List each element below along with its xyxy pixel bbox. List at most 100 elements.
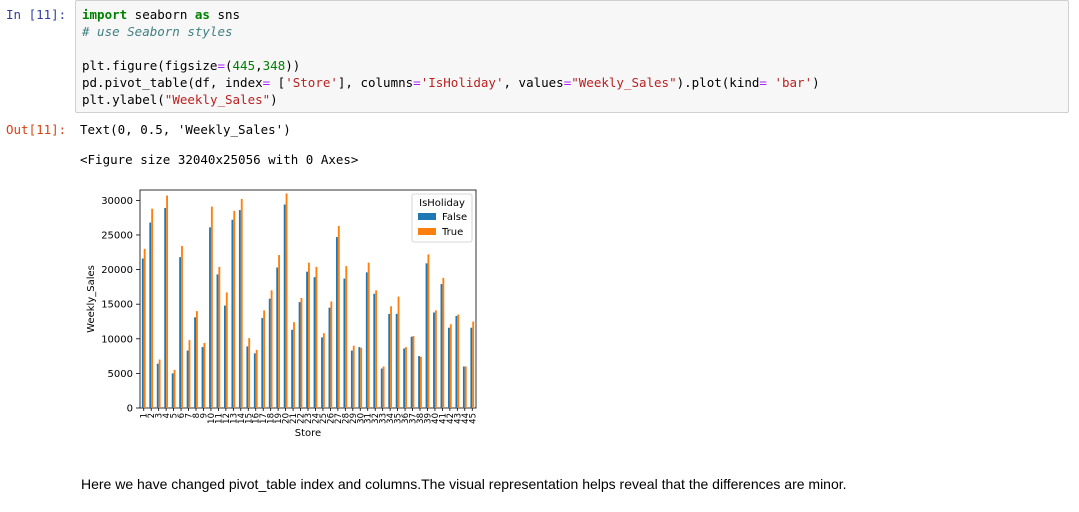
y-axis-label: Weekly_Sales (86, 265, 97, 333)
legend-label-true: True (441, 227, 463, 238)
legend-title: IsHoliday (419, 198, 465, 209)
bar-false-store-36 (403, 348, 406, 408)
bar-false-store-9 (201, 347, 204, 408)
code-token: , (255, 58, 263, 73)
y-tick-label: 15000 (101, 300, 133, 311)
markdown-text: Here we have changed pivot_table index a… (81, 476, 847, 492)
bar-true-store-6 (181, 246, 183, 408)
bar-false-store-35 (395, 313, 398, 408)
bar-true-store-44 (464, 366, 467, 408)
bar-true-store-24 (315, 266, 318, 408)
output-prompt: Out[11]: (6, 122, 67, 137)
code-token: pd.pivot_table(df, index (82, 75, 263, 90)
y-tick-label: 30000 (101, 196, 133, 207)
bar-false-store-29 (350, 350, 353, 408)
bar-false-store-37 (410, 336, 413, 408)
bar-true-store-5 (173, 369, 176, 408)
y-tick-label: 10000 (101, 334, 133, 345)
bar-true-store-29 (352, 345, 355, 408)
code-token: # use Seaborn styles (82, 24, 233, 39)
bar-false-store-28 (343, 278, 346, 408)
bar-false-store-24 (313, 277, 316, 408)
bar-false-store-33 (380, 368, 383, 408)
code-token: 'bar' (774, 75, 813, 90)
bar-false-store-43 (455, 315, 458, 408)
y-tick-label: 25000 (101, 230, 133, 241)
bar-true-store-43 (457, 314, 460, 408)
bar-false-store-18 (268, 298, 271, 408)
code-token: , values (503, 75, 564, 90)
bar-false-store-19 (276, 267, 279, 408)
bar-false-store-14 (238, 210, 241, 408)
bar-true-store-21 (293, 322, 295, 408)
bar-false-store-4 (164, 207, 167, 408)
code-token: ( (225, 58, 233, 73)
bar-true-store-10 (210, 206, 213, 408)
bar-chart-svg: 0 5000 10000 15000 20000 25000 30000 Weekly_Sal… (86, 189, 478, 439)
code-token: seaborn (127, 7, 195, 22)
code-line: plt.ylabel("Weekly_Sales") (82, 91, 1062, 108)
bar-false-store-26 (328, 307, 331, 408)
code-token: ) (270, 92, 278, 107)
bar-false-store-7 (186, 350, 189, 408)
bar-false-store-8 (194, 317, 196, 408)
bar-true-store-31 (367, 262, 370, 408)
bar-true-store-17 (263, 310, 266, 408)
bar-false-store-39 (425, 263, 428, 408)
code-token: 'IsHoliday' (420, 75, 504, 90)
bar-true-store-1 (143, 248, 146, 408)
code-token: plt.ylabel( (82, 92, 165, 107)
bar-true-store-40 (434, 310, 437, 408)
bar-false-store-12 (224, 305, 226, 408)
bar-true-store-19 (278, 255, 280, 408)
code-lines: import seaborn as sns # use Seaborn style… (82, 6, 1062, 108)
bar-false-store-15 (246, 346, 249, 408)
bar-true-store-42 (449, 324, 452, 408)
legend-label-false: False (442, 212, 467, 223)
bar-true-store-38 (420, 356, 422, 408)
bar-false-store-38 (418, 356, 420, 408)
bar-false-store-10 (209, 227, 211, 408)
bar-true-store-25 (322, 333, 325, 408)
code-line: # use Seaborn styles (82, 23, 1062, 40)
code-token: import (82, 7, 128, 22)
bar-false-store-41 (440, 284, 443, 408)
bar-false-store-3 (156, 363, 159, 408)
bar-true-store-28 (345, 266, 348, 408)
bar-true-store-45 (472, 321, 475, 408)
code-token: ) (812, 75, 820, 90)
code-token: = (413, 75, 421, 90)
bar-true-store-20 (285, 193, 288, 408)
bar-true-store-9 (203, 342, 206, 408)
bar-false-store-45 (470, 327, 473, 408)
code-token: )) (285, 58, 301, 73)
code-token: "Weekly_Sales" (164, 92, 271, 107)
bar-false-store-21 (291, 329, 294, 408)
bar-true-store-41 (442, 277, 445, 408)
code-token: = (759, 75, 767, 90)
bar-false-store-5 (171, 373, 174, 408)
bar-true-store-32 (375, 290, 378, 408)
x-tick-label: 45 (468, 413, 478, 424)
figure-repr: <Figure size 32040x25056 with 0 Axes> (80, 152, 359, 167)
code-token: = (217, 58, 225, 73)
bar-false-store-22 (298, 302, 301, 408)
bar-false-store-11 (216, 274, 219, 408)
bar-false-store-6 (179, 257, 182, 408)
bar-true-store-16 (255, 349, 258, 408)
bar-true-store-3 (158, 359, 161, 408)
bar-false-store-13 (231, 219, 234, 408)
legend-swatch-true (418, 228, 436, 235)
bar-false-store-2 (149, 222, 152, 408)
bar-true-store-35 (397, 296, 400, 408)
code-token: [ (270, 75, 286, 90)
legend-swatch-false (418, 213, 436, 220)
bar-true-store-27 (337, 225, 340, 408)
bar-true-store-2 (151, 208, 154, 408)
bar-false-store-34 (388, 313, 391, 408)
bar-true-store-14 (240, 198, 243, 408)
code-cell-editor[interactable]: import seaborn as sns # use Seaborn style… (75, 0, 1069, 113)
bar-true-store-7 (188, 340, 191, 408)
y-tick-label: 0 (127, 404, 133, 415)
